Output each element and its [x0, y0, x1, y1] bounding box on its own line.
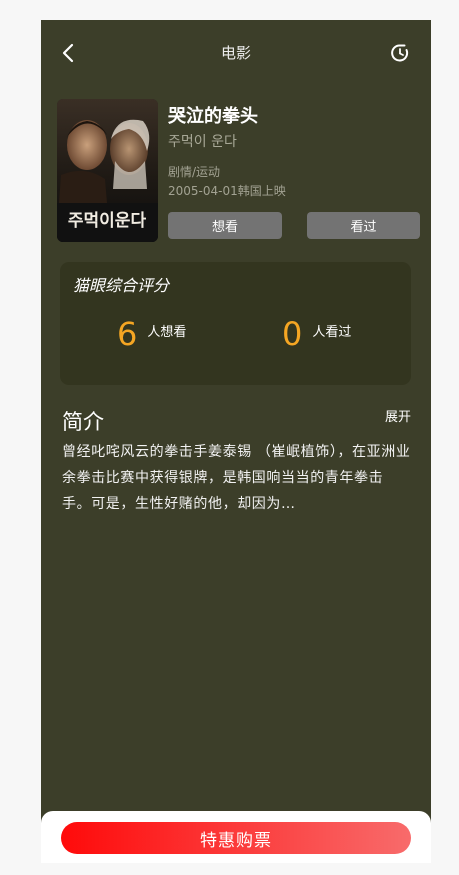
movie-info: 哭泣的拳头 주먹이 운다 剧情/运动 2005-04-01韩国上映	[168, 104, 423, 200]
buy-ticket-button[interactable]: 特惠购票	[61, 822, 411, 854]
movie-genre: 剧情/运动	[168, 165, 221, 179]
movie-detail-screen: 电影 주먹이운다 哭泣的拳头 주먹이 운다 剧情/运动 2005-04-01韩国…	[41, 20, 431, 863]
synopsis-text: 曾经叱咤风云的拳击手姜泰锡 （崔岷植饰），在亚洲业余拳击比赛中获得银牌，是韩国响…	[62, 444, 411, 512]
seen-stat: 0 人看过	[282, 316, 351, 352]
movie-original-title: 주먹이 운다	[168, 134, 237, 150]
poster-title-art: 주먹이운다	[68, 211, 147, 231]
want-stat: 6 人想看	[117, 316, 186, 352]
rating-title: 猫眼综合评分	[73, 276, 170, 295]
movie-release-date: 2005-04-01韩国上映	[168, 184, 286, 198]
expand-synopsis-link[interactable]: 展开	[385, 406, 411, 425]
rating-card: 猫眼综合评分 6 人想看 0 人看过	[60, 262, 411, 385]
seen-button[interactable]: 看过	[307, 212, 420, 239]
want-count: 6	[117, 315, 138, 353]
want-to-see-button[interactable]: 想看	[168, 212, 282, 239]
movie-poster[interactable]: 주먹이운다	[57, 99, 158, 242]
want-count-label: 人想看	[147, 325, 187, 340]
seen-count: 0	[282, 315, 303, 353]
seen-count-label: 人看过	[312, 325, 352, 340]
refresh-icon[interactable]	[389, 42, 411, 64]
bottom-bar: 特惠购票	[41, 811, 431, 863]
page-title: 电影	[220, 44, 251, 62]
movie-title: 哭泣的拳头	[168, 106, 258, 127]
synopsis-heading: 简介	[62, 410, 104, 434]
top-nav: 电影	[41, 20, 431, 86]
